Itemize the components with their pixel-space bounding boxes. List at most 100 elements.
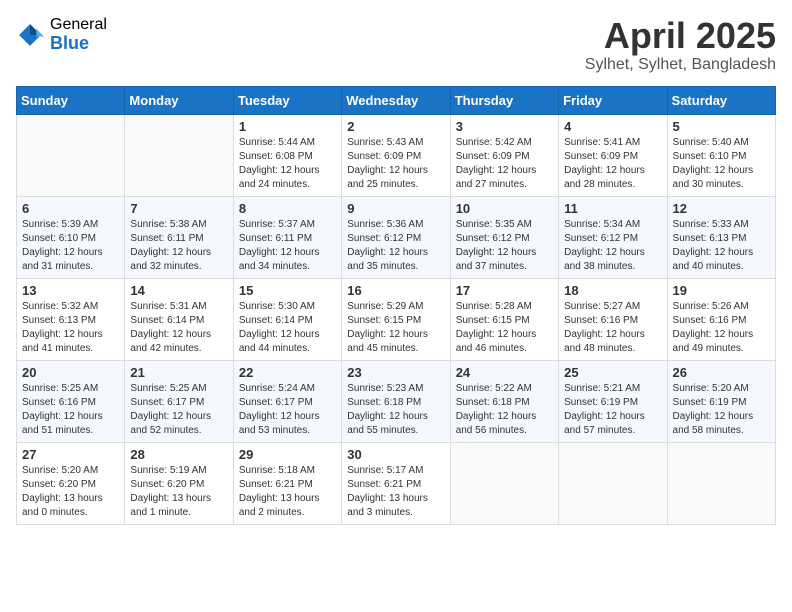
- day-number: 15: [239, 283, 336, 298]
- weekday-header-row: SundayMondayTuesdayWednesdayThursdayFrid…: [17, 86, 776, 114]
- calendar-cell: [125, 114, 233, 196]
- title-block: April 2025 Sylhet, Sylhet, Bangladesh: [585, 16, 776, 74]
- day-number: 7: [130, 201, 227, 216]
- weekday-header: Saturday: [667, 86, 775, 114]
- day-number: 5: [673, 119, 770, 134]
- day-info: Sunrise: 5:23 AM Sunset: 6:18 PM Dayligh…: [347, 382, 444, 438]
- logo-general: General: [50, 16, 107, 34]
- day-number: 14: [130, 283, 227, 298]
- day-number: 1: [239, 119, 336, 134]
- day-number: 4: [564, 119, 661, 134]
- day-number: 30: [347, 447, 444, 462]
- day-number: 16: [347, 283, 444, 298]
- day-info: Sunrise: 5:25 AM Sunset: 6:17 PM Dayligh…: [130, 382, 227, 438]
- day-number: 27: [22, 447, 119, 462]
- logo: General Blue: [16, 16, 107, 53]
- calendar-cell: 16 Sunrise: 5:29 AM Sunset: 6:15 PM Dayli…: [342, 278, 450, 360]
- day-info: Sunrise: 5:40 AM Sunset: 6:10 PM Dayligh…: [673, 136, 770, 192]
- weekday-header: Sunday: [17, 86, 125, 114]
- day-number: 28: [130, 447, 227, 462]
- calendar-cell: 21 Sunrise: 5:25 AM Sunset: 6:17 PM Dayli…: [125, 360, 233, 442]
- calendar-table: SundayMondayTuesdayWednesdayThursdayFrid…: [16, 86, 776, 525]
- day-info: Sunrise: 5:19 AM Sunset: 6:20 PM Dayligh…: [130, 464, 227, 520]
- weekday-header: Monday: [125, 86, 233, 114]
- day-number: 2: [347, 119, 444, 134]
- weekday-header: Thursday: [450, 86, 558, 114]
- calendar-cell: [559, 442, 667, 524]
- page-header: General Blue April 2025 Sylhet, Sylhet, …: [16, 16, 776, 74]
- calendar-cell: 8 Sunrise: 5:37 AM Sunset: 6:11 PM Daylig…: [233, 196, 341, 278]
- weekday-header: Friday: [559, 86, 667, 114]
- day-number: 10: [456, 201, 553, 216]
- logo-icon: [16, 21, 44, 49]
- calendar-cell: 17 Sunrise: 5:28 AM Sunset: 6:15 PM Dayli…: [450, 278, 558, 360]
- calendar-cell: 26 Sunrise: 5:20 AM Sunset: 6:19 PM Dayli…: [667, 360, 775, 442]
- day-number: 11: [564, 201, 661, 216]
- day-info: Sunrise: 5:30 AM Sunset: 6:14 PM Dayligh…: [239, 300, 336, 356]
- day-info: Sunrise: 5:37 AM Sunset: 6:11 PM Dayligh…: [239, 218, 336, 274]
- calendar-cell: 25Sunrise: 5:21 AM Sunset: 6:19 PM Dayli…: [559, 360, 667, 442]
- day-info: Sunrise: 5:22 AM Sunset: 6:18 PM Dayligh…: [456, 382, 553, 438]
- day-number: 26: [673, 365, 770, 380]
- calendar-cell: 10Sunrise: 5:35 AM Sunset: 6:12 PM Dayli…: [450, 196, 558, 278]
- day-info: Sunrise: 5:43 AM Sunset: 6:09 PM Dayligh…: [347, 136, 444, 192]
- weekday-header: Tuesday: [233, 86, 341, 114]
- calendar-cell: 30 Sunrise: 5:17 AM Sunset: 6:21 PM Dayli…: [342, 442, 450, 524]
- calendar-cell: 11 Sunrise: 5:34 AM Sunset: 6:12 PM Dayli…: [559, 196, 667, 278]
- day-info: Sunrise: 5:21 AM Sunset: 6:19 PM Dayligh…: [564, 382, 661, 438]
- weekday-header: Wednesday: [342, 86, 450, 114]
- location-title: Sylhet, Sylhet, Bangladesh: [585, 56, 776, 74]
- day-number: 8: [239, 201, 336, 216]
- calendar-cell: 24 Sunrise: 5:22 AM Sunset: 6:18 PM Dayli…: [450, 360, 558, 442]
- calendar-cell: 19 Sunrise: 5:26 AM Sunset: 6:16 PM Dayli…: [667, 278, 775, 360]
- day-number: 13: [22, 283, 119, 298]
- calendar-cell: 6Sunrise: 5:39 AM Sunset: 6:10 PM Daylig…: [17, 196, 125, 278]
- calendar-cell: 9Sunrise: 5:36 AM Sunset: 6:12 PM Daylig…: [342, 196, 450, 278]
- day-info: Sunrise: 5:17 AM Sunset: 6:21 PM Dayligh…: [347, 464, 444, 520]
- day-number: 12: [673, 201, 770, 216]
- day-number: 23: [347, 365, 444, 380]
- day-number: 19: [673, 283, 770, 298]
- calendar-week-row: 27 Sunrise: 5:20 AM Sunset: 6:20 PM Dayli…: [17, 442, 776, 524]
- calendar-cell: 4 Sunrise: 5:41 AM Sunset: 6:09 PM Daylig…: [559, 114, 667, 196]
- calendar-cell: 12Sunrise: 5:33 AM Sunset: 6:13 PM Dayli…: [667, 196, 775, 278]
- calendar-cell: 7Sunrise: 5:38 AM Sunset: 6:11 PM Daylig…: [125, 196, 233, 278]
- day-info: Sunrise: 5:27 AM Sunset: 6:16 PM Dayligh…: [564, 300, 661, 356]
- calendar-cell: 15 Sunrise: 5:30 AM Sunset: 6:14 PM Dayli…: [233, 278, 341, 360]
- day-info: Sunrise: 5:26 AM Sunset: 6:16 PM Dayligh…: [673, 300, 770, 356]
- day-info: Sunrise: 5:20 AM Sunset: 6:20 PM Dayligh…: [22, 464, 119, 520]
- day-number: 24: [456, 365, 553, 380]
- day-number: 21: [130, 365, 227, 380]
- calendar-week-row: 1 Sunrise: 5:44 AM Sunset: 6:08 PM Daylig…: [17, 114, 776, 196]
- day-info: Sunrise: 5:28 AM Sunset: 6:15 PM Dayligh…: [456, 300, 553, 356]
- calendar-cell: 13 Sunrise: 5:32 AM Sunset: 6:13 PM Dayli…: [17, 278, 125, 360]
- calendar-cell: 3Sunrise: 5:42 AM Sunset: 6:09 PM Daylig…: [450, 114, 558, 196]
- day-info: Sunrise: 5:24 AM Sunset: 6:17 PM Dayligh…: [239, 382, 336, 438]
- day-info: Sunrise: 5:42 AM Sunset: 6:09 PM Dayligh…: [456, 136, 553, 192]
- day-number: 29: [239, 447, 336, 462]
- day-info: Sunrise: 5:34 AM Sunset: 6:12 PM Dayligh…: [564, 218, 661, 274]
- day-number: 9: [347, 201, 444, 216]
- calendar-cell: 22 Sunrise: 5:24 AM Sunset: 6:17 PM Dayli…: [233, 360, 341, 442]
- month-title: April 2025: [585, 16, 776, 56]
- day-info: Sunrise: 5:29 AM Sunset: 6:15 PM Dayligh…: [347, 300, 444, 356]
- day-number: 22: [239, 365, 336, 380]
- calendar-week-row: 6Sunrise: 5:39 AM Sunset: 6:10 PM Daylig…: [17, 196, 776, 278]
- calendar-cell: 28 Sunrise: 5:19 AM Sunset: 6:20 PM Dayli…: [125, 442, 233, 524]
- day-info: Sunrise: 5:41 AM Sunset: 6:09 PM Dayligh…: [564, 136, 661, 192]
- day-info: Sunrise: 5:20 AM Sunset: 6:19 PM Dayligh…: [673, 382, 770, 438]
- calendar-cell: 29 Sunrise: 5:18 AM Sunset: 6:21 PM Dayli…: [233, 442, 341, 524]
- calendar-cell: 20Sunrise: 5:25 AM Sunset: 6:16 PM Dayli…: [17, 360, 125, 442]
- day-info: Sunrise: 5:44 AM Sunset: 6:08 PM Dayligh…: [239, 136, 336, 192]
- calendar-cell: 1 Sunrise: 5:44 AM Sunset: 6:08 PM Daylig…: [233, 114, 341, 196]
- day-info: Sunrise: 5:18 AM Sunset: 6:21 PM Dayligh…: [239, 464, 336, 520]
- calendar-cell: [667, 442, 775, 524]
- day-number: 18: [564, 283, 661, 298]
- calendar-cell: 2 Sunrise: 5:43 AM Sunset: 6:09 PM Daylig…: [342, 114, 450, 196]
- day-info: Sunrise: 5:32 AM Sunset: 6:13 PM Dayligh…: [22, 300, 119, 356]
- day-number: 17: [456, 283, 553, 298]
- day-number: 20: [22, 365, 119, 380]
- calendar-week-row: 13 Sunrise: 5:32 AM Sunset: 6:13 PM Dayli…: [17, 278, 776, 360]
- logo-blue: Blue: [50, 34, 107, 54]
- calendar-cell: 14Sunrise: 5:31 AM Sunset: 6:14 PM Dayli…: [125, 278, 233, 360]
